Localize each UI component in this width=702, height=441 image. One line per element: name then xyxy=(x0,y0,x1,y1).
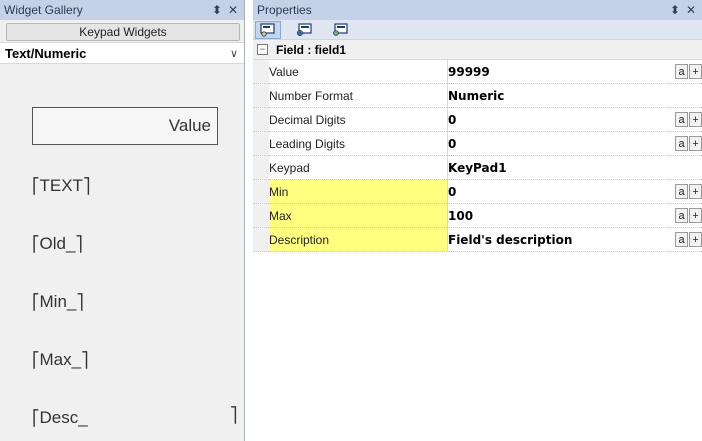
events-button[interactable] xyxy=(291,21,317,39)
add-button[interactable]: + xyxy=(689,232,702,248)
value-widget-label: Value xyxy=(168,116,211,135)
property-row[interactable]: Keypad KeyPad1 xyxy=(253,155,702,180)
field-group-header[interactable]: − Field : field1 xyxy=(253,40,702,60)
bracket-close-icon: ⎤ xyxy=(75,236,83,253)
old-widget[interactable]: ⎡Old_⎤ xyxy=(32,234,83,254)
property-row[interactable]: Number Format Numeric xyxy=(253,83,702,108)
property-row[interactable]: Leading Digits 0 a + xyxy=(253,131,702,156)
text-mode-button[interactable]: a xyxy=(675,208,688,224)
field-properties-button[interactable] xyxy=(255,20,281,39)
max-widget-label: Max_ xyxy=(39,350,82,369)
add-button[interactable]: + xyxy=(689,136,702,152)
category-label: Text/Numeric xyxy=(5,45,87,61)
bracket-open-icon: ⎡ xyxy=(32,410,40,427)
property-buttons xyxy=(668,155,702,180)
property-name: Decimal Digits xyxy=(269,107,448,132)
properties-panel: Properties ⬍ ✕ − Field: field1 Value 99… xyxy=(253,0,702,441)
widget-gallery-panel: Widget Gallery ⬍ ✕ Keypad Widgets Text/N… xyxy=(0,0,245,441)
property-value[interactable]: 100 xyxy=(447,203,668,228)
collapse-icon[interactable]: − xyxy=(257,44,268,55)
pin-icon[interactable]: ⬍ xyxy=(212,4,222,16)
property-name: Leading Digits xyxy=(269,131,448,156)
style-button[interactable] xyxy=(327,21,353,39)
widget-gallery-titlebar: Widget Gallery ⬍ ✕ xyxy=(0,0,244,20)
property-buttons: a + xyxy=(668,60,702,84)
desc-widget-label: Desc_ xyxy=(39,408,88,427)
property-value[interactable]: 99999 xyxy=(447,60,668,84)
property-name: Value xyxy=(269,60,448,84)
add-button[interactable]: + xyxy=(689,112,702,128)
property-value[interactable]: Field's description xyxy=(447,227,668,252)
max-widget[interactable]: ⎡Max_⎤ xyxy=(32,350,89,370)
property-name: Description xyxy=(269,227,448,252)
field-properties-icon xyxy=(260,22,275,37)
bracket-open-icon: ⎡ xyxy=(32,236,40,253)
bracket-close-icon: ⎤ xyxy=(82,178,91,195)
properties-table: Value 99999 a + Number Format Numeric Decimal … xyxy=(253,60,702,252)
property-buttons: a + xyxy=(668,131,702,156)
bracket-close-icon: ⎤ xyxy=(76,294,84,311)
text-mode-button[interactable]: a xyxy=(675,184,688,200)
property-row[interactable]: Decimal Digits 0 a + xyxy=(253,107,702,132)
add-button[interactable]: + xyxy=(689,208,702,224)
min-widget-label: Min_ xyxy=(39,292,77,311)
row-gutter xyxy=(253,227,269,252)
properties-titlebar: Properties ⬍ ✕ xyxy=(253,0,702,20)
row-gutter xyxy=(253,179,269,204)
value-widget[interactable]: Value xyxy=(32,107,218,145)
bracket-open-icon: ⎡ xyxy=(32,294,40,311)
property-name: Max xyxy=(269,203,448,228)
desc-widget[interactable]: ⎡Desc_ xyxy=(32,408,88,428)
chevron-down-icon[interactable]: ∨ xyxy=(230,47,238,60)
bracket-open-icon: ⎡ xyxy=(32,178,40,195)
property-value[interactable]: 0 xyxy=(447,107,668,132)
property-value[interactable]: Numeric xyxy=(447,83,668,108)
row-gutter xyxy=(253,203,269,228)
property-value[interactable]: 0 xyxy=(447,179,668,204)
row-gutter xyxy=(253,60,269,84)
property-buttons: a + xyxy=(668,179,702,204)
property-buttons xyxy=(668,83,702,108)
text-widget-label: TEXT xyxy=(39,176,83,195)
property-row[interactable]: Description Field's description a + xyxy=(253,227,702,252)
property-name: Keypad xyxy=(269,155,448,180)
add-button[interactable]: + xyxy=(689,184,702,200)
properties-title: Properties xyxy=(257,3,312,17)
bracket-open-icon: ⎡ xyxy=(32,352,40,369)
group-label: Field : field1 xyxy=(276,42,347,57)
property-buttons: a + xyxy=(668,227,702,252)
text-widget[interactable]: ⎡TEXT⎤ xyxy=(32,176,90,196)
row-gutter xyxy=(253,107,269,132)
property-row[interactable]: Value 99999 a + xyxy=(253,60,702,84)
old-widget-label: Old_ xyxy=(39,234,76,253)
property-row[interactable]: Min 0 a + xyxy=(253,179,702,204)
property-name: Number Format xyxy=(269,83,448,108)
text-mode-button[interactable]: a xyxy=(675,112,688,128)
bracket-close-icon: ⎤ xyxy=(230,407,238,424)
properties-toolbar xyxy=(253,20,702,40)
text-mode-button[interactable]: a xyxy=(675,64,688,80)
pin-icon[interactable]: ⬍ xyxy=(670,4,680,16)
close-icon[interactable]: ✕ xyxy=(228,4,238,16)
property-row[interactable]: Max 100 a + xyxy=(253,203,702,228)
row-gutter xyxy=(253,155,269,180)
close-icon[interactable]: ✕ xyxy=(686,4,696,16)
keypad-widgets-tab[interactable]: Keypad Widgets xyxy=(6,23,240,41)
text-mode-button[interactable]: a xyxy=(675,232,688,248)
property-buttons: a + xyxy=(668,203,702,228)
property-name: Min xyxy=(269,179,448,204)
property-value[interactable]: KeyPad1 xyxy=(447,155,668,180)
category-select[interactable]: Text/Numeric ∨ xyxy=(0,42,244,64)
min-widget[interactable]: ⎡Min_⎤ xyxy=(32,292,84,312)
property-value[interactable]: 0 xyxy=(447,131,668,156)
widget-gallery-title: Widget Gallery xyxy=(4,3,83,17)
events-icon xyxy=(297,22,312,36)
style-icon xyxy=(333,22,348,36)
text-mode-button[interactable]: a xyxy=(675,136,688,152)
bracket-close-icon: ⎤ xyxy=(81,352,89,369)
property-buttons: a + xyxy=(668,107,702,132)
add-button[interactable]: + xyxy=(689,64,702,80)
row-gutter xyxy=(253,83,269,108)
row-gutter xyxy=(253,131,269,156)
